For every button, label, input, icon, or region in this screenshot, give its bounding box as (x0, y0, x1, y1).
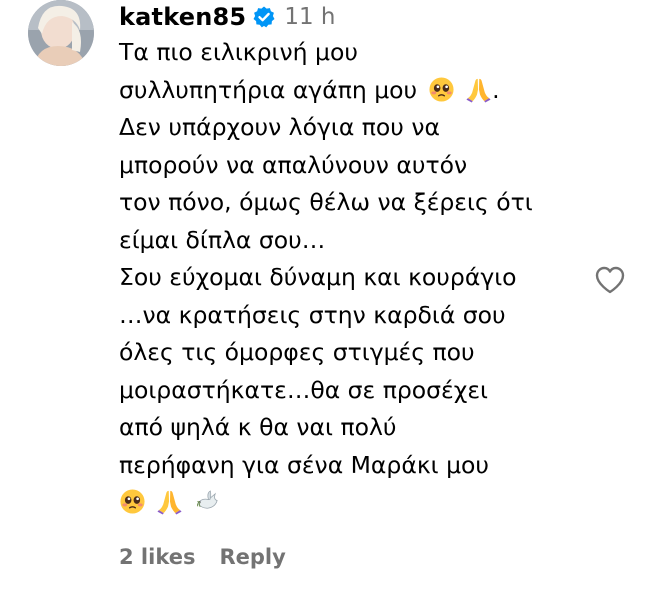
likes-count-button[interactable]: 2 likes (119, 545, 195, 569)
comment-line: Τα πιο ειλικρινή μου (119, 38, 358, 66)
comment-line-text: συλλυπητήρια αγάπη μου (119, 75, 418, 104)
pleading-face-icon (119, 488, 146, 515)
comment-line: από ψηλά κ θα ναι πολύ (119, 413, 397, 441)
comment-line: περήφανη για σένα Μαράκι μου (119, 450, 490, 479)
heart-outline-icon[interactable] (594, 265, 626, 295)
comment-line: όλες τις όμορφες στιγμές που (119, 338, 475, 366)
comment-line: μοιραστήκατε…θα σε προσέχει (119, 375, 488, 404)
timestamp[interactable]: 11 h (284, 4, 335, 30)
comment-line: μπορούν να απαλύνουν αυτόν (119, 150, 468, 179)
comment-line: Δεν υπάρχουν λόγια που να (119, 113, 440, 141)
comment-line: συλλυπητήρια αγάπη μου . (119, 72, 589, 110)
comment-line-emojis (119, 484, 589, 522)
comment: katken85 11 h Τα πιο ειλικρινή μου συλλυ… (0, 0, 660, 603)
comment-line: είμαι δίπλα σου… (119, 225, 326, 254)
reply-button[interactable]: Reply (219, 545, 285, 569)
comment-actions: 2 likes Reply (119, 542, 286, 572)
dove-icon (194, 488, 221, 515)
avatar[interactable] (28, 0, 94, 66)
comment-line-text: . (492, 75, 500, 104)
comment-line: τον πόνο, όμως θέλω να ξέρεις ότι (119, 188, 533, 216)
folded-hands-icon (465, 76, 492, 103)
comment-line: …να κρατήσεις στην καρδιά σου (119, 300, 506, 329)
verified-badge-icon (252, 5, 276, 29)
comment-line: Σου εύχομαι δύναμη και κουράγιο (119, 263, 517, 291)
pleading-face-icon (428, 76, 455, 103)
comment-text: Τα πιο ειλικρινή μου συλλυπητήρια αγάπη … (119, 34, 589, 522)
comment-header: katken85 11 h (119, 2, 335, 32)
username[interactable]: katken85 (119, 3, 246, 31)
folded-hands-icon (156, 488, 183, 515)
avatar-image (28, 0, 94, 66)
